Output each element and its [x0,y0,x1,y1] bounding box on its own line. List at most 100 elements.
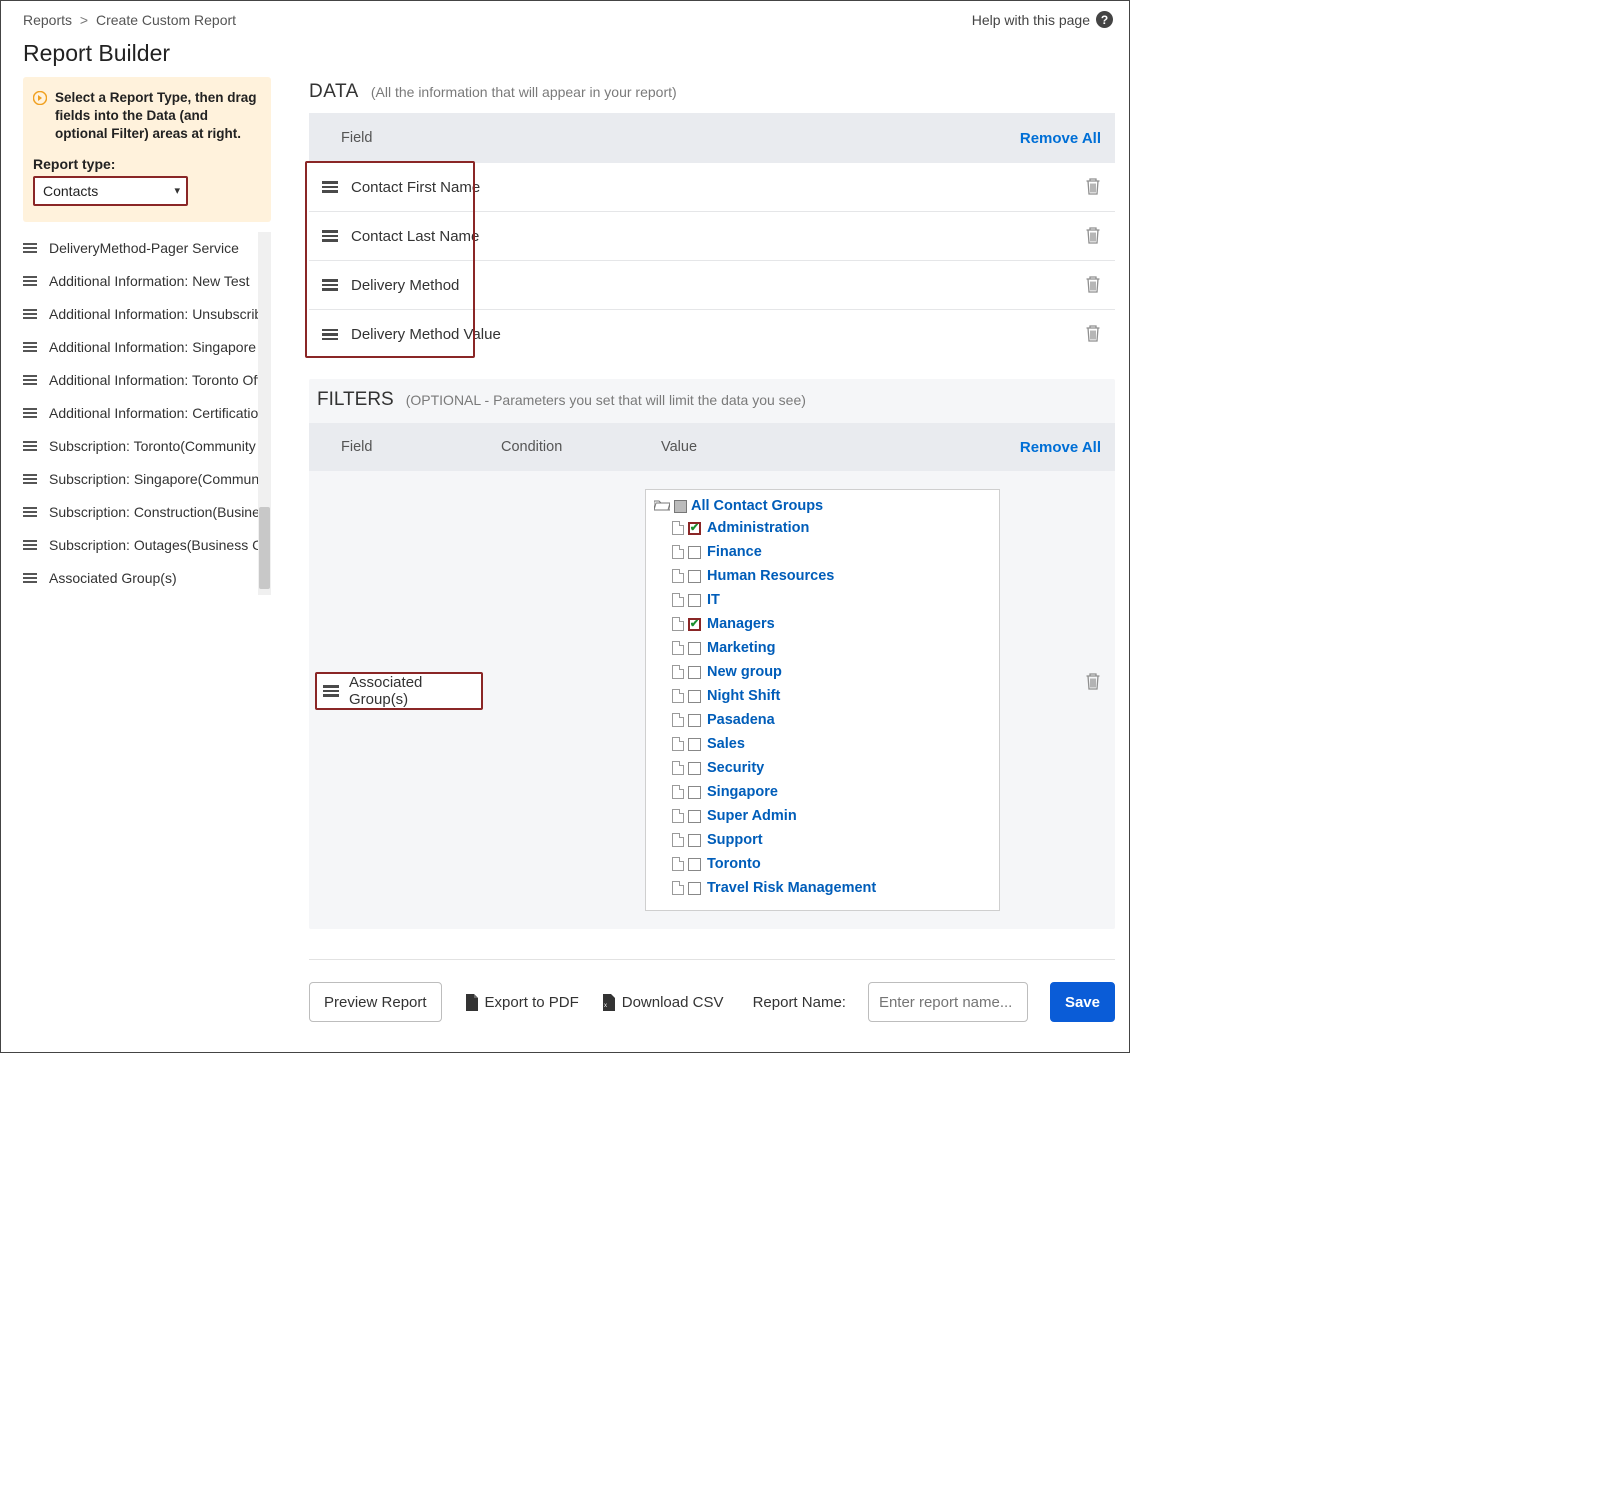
tree-item-label[interactable]: Security [707,760,764,776]
checkbox[interactable] [688,762,701,775]
drag-handle-icon[interactable] [23,474,39,484]
tree-item[interactable]: Human Resources [672,566,989,586]
available-field-item[interactable]: DeliveryMethod-Pager Service [23,232,271,265]
tree-item[interactable]: IT [672,590,989,610]
help-link[interactable]: Help with this page ? [972,11,1113,28]
available-field-item[interactable]: Additional Information: Unsubscribe… [23,298,271,331]
available-field-item[interactable]: Subscription: Toronto(Community O… [23,430,271,463]
tree-item-label[interactable]: New group [707,664,782,680]
drag-handle-icon[interactable] [322,279,338,291]
checkbox[interactable] [688,738,701,751]
tree-item[interactable]: Finance [672,542,989,562]
filters-remove-all[interactable]: Remove All [1020,439,1101,456]
drag-handle-icon[interactable] [23,375,39,385]
tree-item[interactable]: Night Shift [672,686,989,706]
data-remove-all[interactable]: Remove All [1020,130,1101,147]
checkbox[interactable] [688,834,701,847]
checkbox[interactable] [688,690,701,703]
delete-row-button[interactable] [1085,324,1101,345]
tree-item-label[interactable]: Night Shift [707,688,780,704]
scrollbar-thumb[interactable] [259,507,270,589]
tree-item[interactable]: Singapore [672,782,989,802]
export-pdf-button[interactable]: Export to PDF [464,994,579,1011]
delete-row-button[interactable] [1085,275,1101,296]
checkbox[interactable] [688,810,701,823]
checkbox[interactable] [688,882,701,895]
download-csv-button[interactable]: x Download CSV [601,994,724,1011]
tree-item-label[interactable]: Sales [707,736,745,752]
tree-item-label[interactable]: Super Admin [707,808,797,824]
drag-handle-icon[interactable] [23,507,39,517]
breadcrumb-root[interactable]: Reports [23,12,72,28]
drag-handle-icon[interactable] [322,329,338,341]
drag-handle-icon[interactable] [23,243,39,253]
delete-filter-button[interactable] [1085,672,1101,693]
available-field-item[interactable]: Subscription: Singapore(Community … [23,463,271,496]
drag-handle-icon[interactable] [322,230,338,242]
available-field-item[interactable]: Additional Information: Certifications [23,397,271,430]
drag-handle-icon[interactable] [23,276,39,286]
available-field-item[interactable]: Subscription: Construction(Business… [23,496,271,529]
tree-item[interactable]: Support [672,830,989,850]
tree-item[interactable]: New group [672,662,989,682]
checkbox[interactable] [688,546,701,559]
tree-item[interactable]: Sales [672,734,989,754]
tree-item[interactable]: Toronto [672,854,989,874]
drag-handle-icon[interactable] [323,685,339,697]
data-row[interactable]: Contact First Name [309,163,1115,212]
available-field-item[interactable]: Subscription: Outages(Business Con… [23,529,271,562]
filter-field-chip[interactable]: Associated Group(s) [315,672,483,710]
drag-handle-icon[interactable] [23,573,39,583]
tree-item[interactable]: Marketing [672,638,989,658]
data-row[interactable]: Delivery Method Value [309,310,1115,359]
data-row[interactable]: Delivery Method [309,261,1115,310]
drag-handle-icon[interactable] [322,181,338,193]
tree-item-label[interactable]: Support [707,832,763,848]
tree-item[interactable]: ✔ Administration [672,518,989,538]
checkbox[interactable]: ✔ [688,522,701,535]
tree-item-label[interactable]: Singapore [707,784,778,800]
tree-item-label[interactable]: Marketing [707,640,776,656]
checkbox[interactable] [688,642,701,655]
checkbox[interactable]: ✔ [688,618,701,631]
tree-item-label[interactable]: Managers [707,616,775,632]
available-field-item[interactable]: Associated Group(s) [23,562,271,595]
available-fields-list[interactable]: DeliveryMethod-Pager ServiceAdditional I… [23,232,271,595]
tree-item-label[interactable]: Travel Risk Management [707,880,876,896]
scrollbar[interactable] [258,232,271,595]
delete-row-button[interactable] [1085,226,1101,247]
checkbox[interactable] [688,666,701,679]
tree-item-label[interactable]: Human Resources [707,568,834,584]
checkbox[interactable] [688,858,701,871]
tree-item-label[interactable]: IT [707,592,720,608]
tree-item[interactable]: Security [672,758,989,778]
data-row[interactable]: Contact Last Name [309,212,1115,261]
drag-handle-icon[interactable] [23,342,39,352]
report-name-input[interactable] [868,982,1028,1022]
tree-item[interactable]: ✔ Managers [672,614,989,634]
drag-handle-icon[interactable] [23,540,39,550]
available-field-item[interactable]: Additional Information: New Test [23,265,271,298]
tree-item[interactable]: Super Admin [672,806,989,826]
group-tree[interactable]: All Contact Groups ✔ Administration Financ… [645,489,1000,911]
tree-item-label[interactable]: Finance [707,544,762,560]
tree-root-label[interactable]: All Contact Groups [691,498,823,514]
tree-item[interactable]: Pasadena [672,710,989,730]
checkbox[interactable] [688,714,701,727]
drag-handle-icon[interactable] [23,408,39,418]
checkbox[interactable] [688,594,701,607]
checkbox-indeterminate[interactable] [674,500,687,513]
report-type-select[interactable]: Contacts ▾ [33,176,188,206]
preview-report-button[interactable]: Preview Report [309,982,442,1022]
tree-item-label[interactable]: Toronto [707,856,761,872]
available-field-item[interactable]: Additional Information: Toronto Offic… [23,364,271,397]
drag-handle-icon[interactable] [23,441,39,451]
save-button[interactable]: Save [1050,982,1115,1022]
checkbox[interactable] [688,786,701,799]
available-field-item[interactable]: Additional Information: Singapore O… [23,331,271,364]
delete-row-button[interactable] [1085,177,1101,198]
drag-handle-icon[interactable] [23,309,39,319]
tree-item[interactable]: Travel Risk Management [672,878,989,898]
tree-item-label[interactable]: Administration [707,520,809,536]
checkbox[interactable] [688,570,701,583]
